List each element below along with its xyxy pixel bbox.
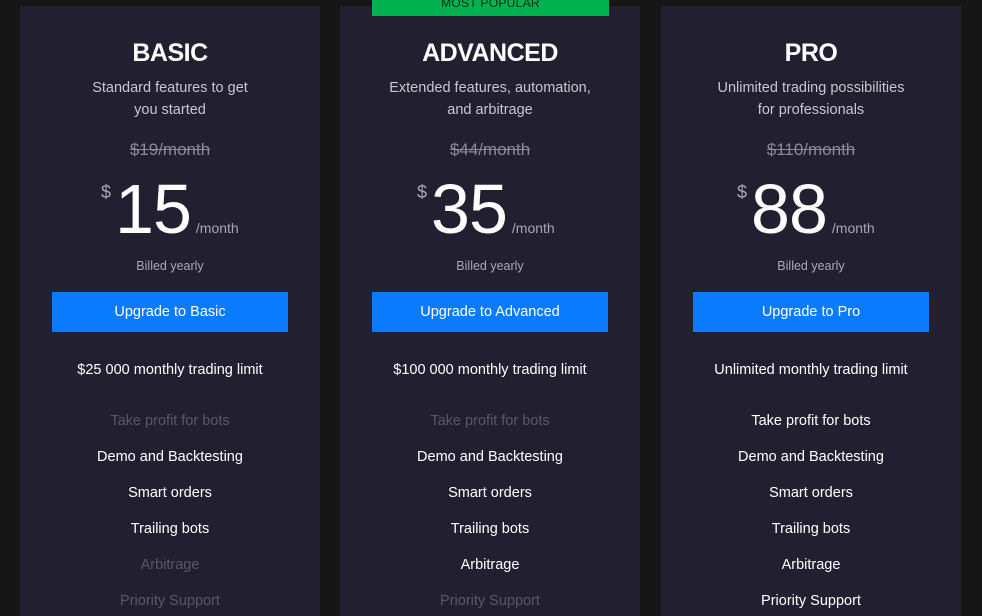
plan-description-line: Extended features, automation,	[389, 80, 591, 96]
old-price: $44/month	[449, 140, 531, 159]
currency-symbol: $	[101, 182, 112, 202]
plan-description-line: for professionals	[757, 102, 865, 118]
trading-limit: Unlimited monthly trading limit	[714, 362, 908, 378]
plan-description: Unlimited trading possibilities for prof…	[701, 77, 921, 121]
upgrade-basic-button[interactable]: Upgrade to Basic	[52, 292, 288, 332]
feature-priority-support: Priority Support	[440, 593, 540, 609]
plan-description-line: Unlimited trading possibilities	[717, 80, 905, 96]
billing-note: Billed yearly	[136, 259, 204, 273]
plan-name: ADVANCED	[422, 39, 558, 67]
price-amount: 35	[431, 170, 508, 248]
billing-note: Billed yearly	[456, 259, 524, 273]
price-amount: 88	[751, 170, 828, 248]
billing-note: Billed yearly	[777, 259, 845, 273]
feature-smart-orders: Smart orders	[769, 485, 853, 501]
feature-trailing-bots: Trailing bots	[450, 521, 530, 537]
feature-list: Take profit for bots Demo and Backtestin…	[661, 412, 961, 616]
plan-description: Standard features to get you started	[60, 77, 280, 121]
feature-take-profit: Take profit for bots	[751, 413, 871, 429]
price: $ 35 /month	[340, 170, 640, 248]
plan-description-line: you started	[134, 102, 206, 118]
pricing-section: BASIC Standard features to get you start…	[0, 0, 982, 616]
feature-smart-orders: Smart orders	[128, 485, 212, 501]
price-amount: 15	[115, 170, 192, 248]
feature-trailing-bots: Trailing bots	[130, 521, 210, 537]
plan-description-line: Standard features to get	[92, 80, 248, 96]
plan-card-basic: BASIC Standard features to get you start…	[20, 6, 320, 616]
old-price: $110/month	[766, 140, 856, 159]
feature-demo-backtesting: Demo and Backtesting	[417, 449, 563, 465]
price-period: /month	[831, 220, 875, 236]
feature-demo-backtesting: Demo and Backtesting	[97, 449, 243, 465]
plan-name: PRO	[784, 39, 838, 67]
trading-limit: $25 000 monthly trading limit	[77, 362, 263, 378]
feature-list: Take profit for bots Demo and Backtestin…	[20, 412, 320, 616]
feature-take-profit: Take profit for bots	[430, 413, 550, 429]
old-price: $19/month	[129, 140, 211, 159]
feature-arbitrage: Arbitrage	[781, 557, 841, 573]
price-period: /month	[195, 220, 239, 236]
price: $ 88 /month	[661, 170, 961, 248]
feature-arbitrage: Arbitrage	[140, 557, 200, 573]
plan-card-advanced: ADVANCED Extended features, automation, …	[340, 6, 640, 616]
plan-card-pro: PRO Unlimited trading possibilities for …	[661, 6, 961, 616]
price: $ 15 /month	[20, 170, 320, 248]
price-period: /month	[511, 220, 555, 236]
feature-demo-backtesting: Demo and Backtesting	[738, 449, 884, 465]
feature-list: Take profit for bots Demo and Backtestin…	[340, 412, 640, 616]
feature-take-profit: Take profit for bots	[110, 413, 230, 429]
feature-priority-support: Priority Support	[120, 593, 220, 609]
feature-trailing-bots: Trailing bots	[771, 521, 851, 537]
currency-symbol: $	[737, 182, 748, 202]
upgrade-pro-button[interactable]: Upgrade to Pro	[693, 292, 929, 332]
feature-smart-orders: Smart orders	[448, 485, 532, 501]
upgrade-advanced-button[interactable]: Upgrade to Advanced	[372, 292, 608, 332]
plan-description: Extended features, automation, and arbit…	[380, 77, 600, 121]
feature-arbitrage: Arbitrage	[460, 557, 520, 573]
trading-limit: $100 000 monthly trading limit	[393, 362, 587, 378]
plan-description-line: and arbitrage	[447, 102, 533, 118]
plan-name: BASIC	[132, 39, 208, 67]
feature-priority-support: Priority Support	[761, 593, 861, 609]
most-popular-badge: MOST POPULAR	[372, 0, 609, 16]
currency-symbol: $	[417, 182, 428, 202]
